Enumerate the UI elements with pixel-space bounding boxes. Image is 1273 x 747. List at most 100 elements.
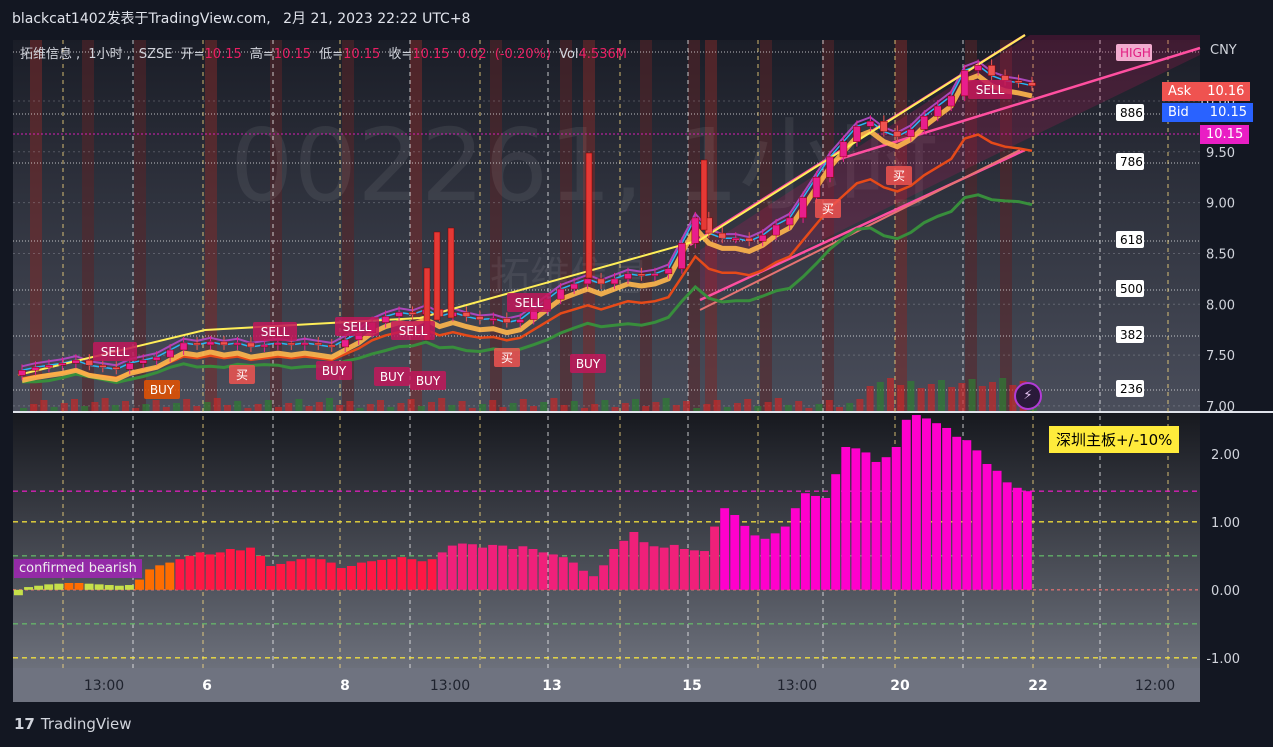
oscillator-bar [982,464,992,590]
oscillator-bar [932,423,941,590]
candle-body [933,105,942,117]
candle-body [341,339,349,348]
volume-bar [815,404,823,411]
volume-bar [917,388,925,411]
oscillator-bar [407,559,417,590]
candle-body [462,312,471,317]
oscillator-bar [124,585,134,590]
candle-body [233,342,242,346]
oscillator-bar [518,546,528,590]
candle-body [314,342,323,346]
volume-bar [713,400,721,411]
candle-body [274,342,282,346]
volume-bar [662,398,670,411]
oscillator-bar [266,566,276,590]
volume-bar [683,401,690,411]
candle-body [1001,75,1009,81]
candle-body [408,312,417,315]
legend-close-label: 收= [388,47,413,62]
volume-bar [876,382,884,411]
volume-bar [795,401,803,411]
candle-body [72,359,80,364]
signal-band [30,40,42,411]
volume-bar [387,407,395,411]
signal-label: 买 [822,202,834,216]
bid-quote: Bid 10.15 [1162,103,1254,122]
candle-body [678,243,686,269]
candle-body [866,121,875,127]
oscillator-bar [568,562,578,590]
oscillator-bar [538,552,548,590]
oscillator-bar [700,551,709,590]
volume-bar [754,406,762,411]
candle-body [381,316,390,323]
volume-bar [458,401,466,411]
volume-bar [989,382,996,411]
volume-bar [346,401,354,411]
oscillator-bar [235,550,245,590]
candle-body [125,362,134,370]
oscillator-bar [14,589,23,596]
volume-bar [20,408,27,411]
candle-body [395,312,403,317]
time-tick-label: 6 [202,678,212,694]
oscillator-bar [114,585,124,590]
signal-label: BUY [150,383,175,397]
oscillator-bar [911,415,921,590]
time-axis-background [13,668,1200,702]
candle-body [206,341,215,346]
candle-body [260,344,269,348]
candle-body [516,319,525,323]
oscillator-bar [720,508,730,590]
candle-body [45,365,53,368]
lightning-icon[interactable]: ⚡ [1014,382,1042,410]
oscillator-bar [34,585,44,590]
signal-label: SELL [101,345,130,359]
volume-bar [560,405,568,411]
oscillator-bar [175,559,185,590]
oscillator-bar [528,549,538,590]
chart-canvas[interactable]: 002261, 1小时拓维信息7.007.508.008.509.009.501… [0,0,1273,747]
oscillator-bar [992,470,1002,590]
time-tick-label: 13:00 [84,678,124,694]
oscillator-bar [689,550,699,590]
signal-label: SELL [343,320,372,334]
oscillator-bar [478,547,487,590]
tradingview-logo[interactable]: 17 TradingView [14,715,132,733]
legend-high: 10.15 [273,47,312,62]
oscillator-bar [619,540,629,590]
volume-bar [938,380,945,411]
volume-bar [948,387,956,411]
oscillator-bar [578,570,588,590]
fib-level-label: 382 [1120,328,1143,342]
candle-body [731,237,740,241]
volume-bar [101,398,109,411]
currency-label[interactable]: CNY [1210,43,1237,58]
volume-bar [866,386,874,411]
volume-bar [693,408,701,411]
oscillator-tick-label: 2.00 [1211,448,1240,463]
oscillator-bar [861,452,871,590]
volume-bar [672,405,680,411]
candle-body [664,268,673,275]
legend-close: 10.15 [412,47,450,62]
fib-level-label: 786 [1120,155,1143,169]
volume-bar [907,381,915,411]
time-tick-label: 13:00 [777,678,817,694]
volume-bar [275,407,282,411]
volume-bar [162,407,170,411]
volume-bar [785,405,792,411]
volume-bar [581,408,588,411]
oscillator-bar [901,419,911,590]
candle-body [31,367,40,371]
candle-body [139,359,147,364]
volume-bar [111,405,119,411]
oscillator-bar [326,562,336,590]
oscillator-bar [952,436,962,590]
signal-label: 买 [501,351,513,365]
oscillator-bar [760,538,770,590]
time-tick-label: 13 [542,678,561,694]
price-tick-label: 9.00 [1206,197,1235,212]
candle-body [58,362,67,366]
oscillator-bar [508,549,518,590]
